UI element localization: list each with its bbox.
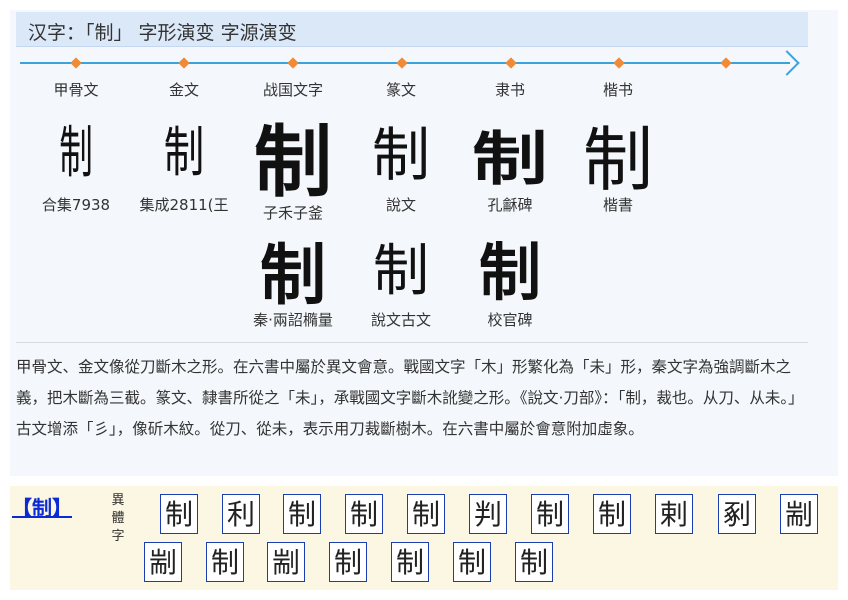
title-bar: 汉字：「制」 字形演变 字源演变 — [16, 12, 808, 47]
era-label-bronze: 金文 — [168, 81, 199, 99]
variant-char[interactable]: 利 — [222, 494, 260, 534]
variant-char[interactable]: 剬 — [267, 542, 305, 582]
glyph-shuowen-guwen: 制 — [373, 239, 429, 304]
era-label-regular: 楷书 — [602, 81, 633, 99]
glyph-regular: 制 — [583, 119, 653, 201]
timeline-dot — [70, 57, 82, 69]
era-label-oracle: 甲骨文 — [53, 81, 99, 99]
timeline-dot — [396, 57, 408, 69]
source-label: 說文古文 — [370, 311, 431, 329]
era-label-warring-states: 战国文字 — [262, 81, 323, 99]
arrow-right-icon — [774, 50, 800, 76]
glyph-qin: 制 — [260, 236, 326, 314]
timeline-dot — [287, 57, 299, 69]
variant-char[interactable]: 制 — [206, 542, 244, 582]
variant-heading: 異體字 — [111, 493, 125, 544]
glyph-oracle: 制 — [59, 121, 93, 186]
source-label: 合集7938 — [41, 196, 111, 214]
glyph-clerical: 制 — [472, 125, 548, 193]
source-label: 校官碑 — [487, 311, 533, 329]
source-label: 子禾子釜 — [262, 204, 323, 222]
variant-char[interactable]: 制 — [329, 542, 367, 582]
variant-char[interactable]: 制 — [593, 494, 631, 534]
source-label: 孔龢碑 — [487, 196, 533, 214]
timeline-dot — [720, 57, 732, 69]
variant-char[interactable]: 制 — [391, 542, 429, 582]
timeline-dot — [505, 57, 517, 69]
source-label: 楷書 — [602, 196, 633, 214]
page-title: 汉字：「制」 字形演变 字源演变 — [28, 22, 297, 44]
variant-char[interactable]: 制 — [515, 542, 553, 582]
era-label-clerical: 隶书 — [494, 81, 525, 99]
variant-panel: 【制】 異體字 制 利 制 制 制 判 制 制 剌 剢 剬 剬 制 剬 制 制 … — [10, 486, 838, 590]
variant-char[interactable]: 判 — [469, 494, 507, 534]
character-link[interactable]: 【制】 — [12, 492, 72, 521]
era-label-seal: 篆文 — [385, 81, 416, 99]
timeline-dot — [178, 57, 190, 69]
variant-char[interactable]: 制 — [407, 494, 445, 534]
variant-char[interactable]: 制 — [160, 494, 198, 534]
variant-char[interactable]: 制 — [283, 494, 321, 534]
variant-char[interactable]: 剌 — [655, 494, 693, 534]
variant-char[interactable]: 剬 — [144, 542, 182, 582]
variant-char[interactable]: 制 — [531, 494, 569, 534]
glyph-bronze: 制 — [163, 121, 205, 184]
glyph-warring-states: 制 — [253, 117, 332, 208]
variant-char[interactable]: 剢 — [718, 494, 756, 534]
source-label: 說文 — [385, 196, 416, 214]
timeline-dot — [613, 57, 625, 69]
timeline — [20, 50, 810, 76]
etymology-description: 甲骨文、金文像從刀斷木之形。在六書中屬於異文會意。戰國文字「木」形繁化為「未」形… — [16, 358, 804, 438]
glyph-xiaoguan-stele: 制 — [478, 236, 541, 309]
variant-char[interactable]: 制 — [345, 494, 383, 534]
source-label: 集成2811(王 — [139, 196, 229, 214]
variant-char[interactable]: 剬 — [780, 494, 818, 534]
source-label: 秦·兩詔橢量 — [253, 311, 333, 329]
divider — [16, 342, 808, 343]
variant-char[interactable]: 制 — [453, 542, 491, 582]
